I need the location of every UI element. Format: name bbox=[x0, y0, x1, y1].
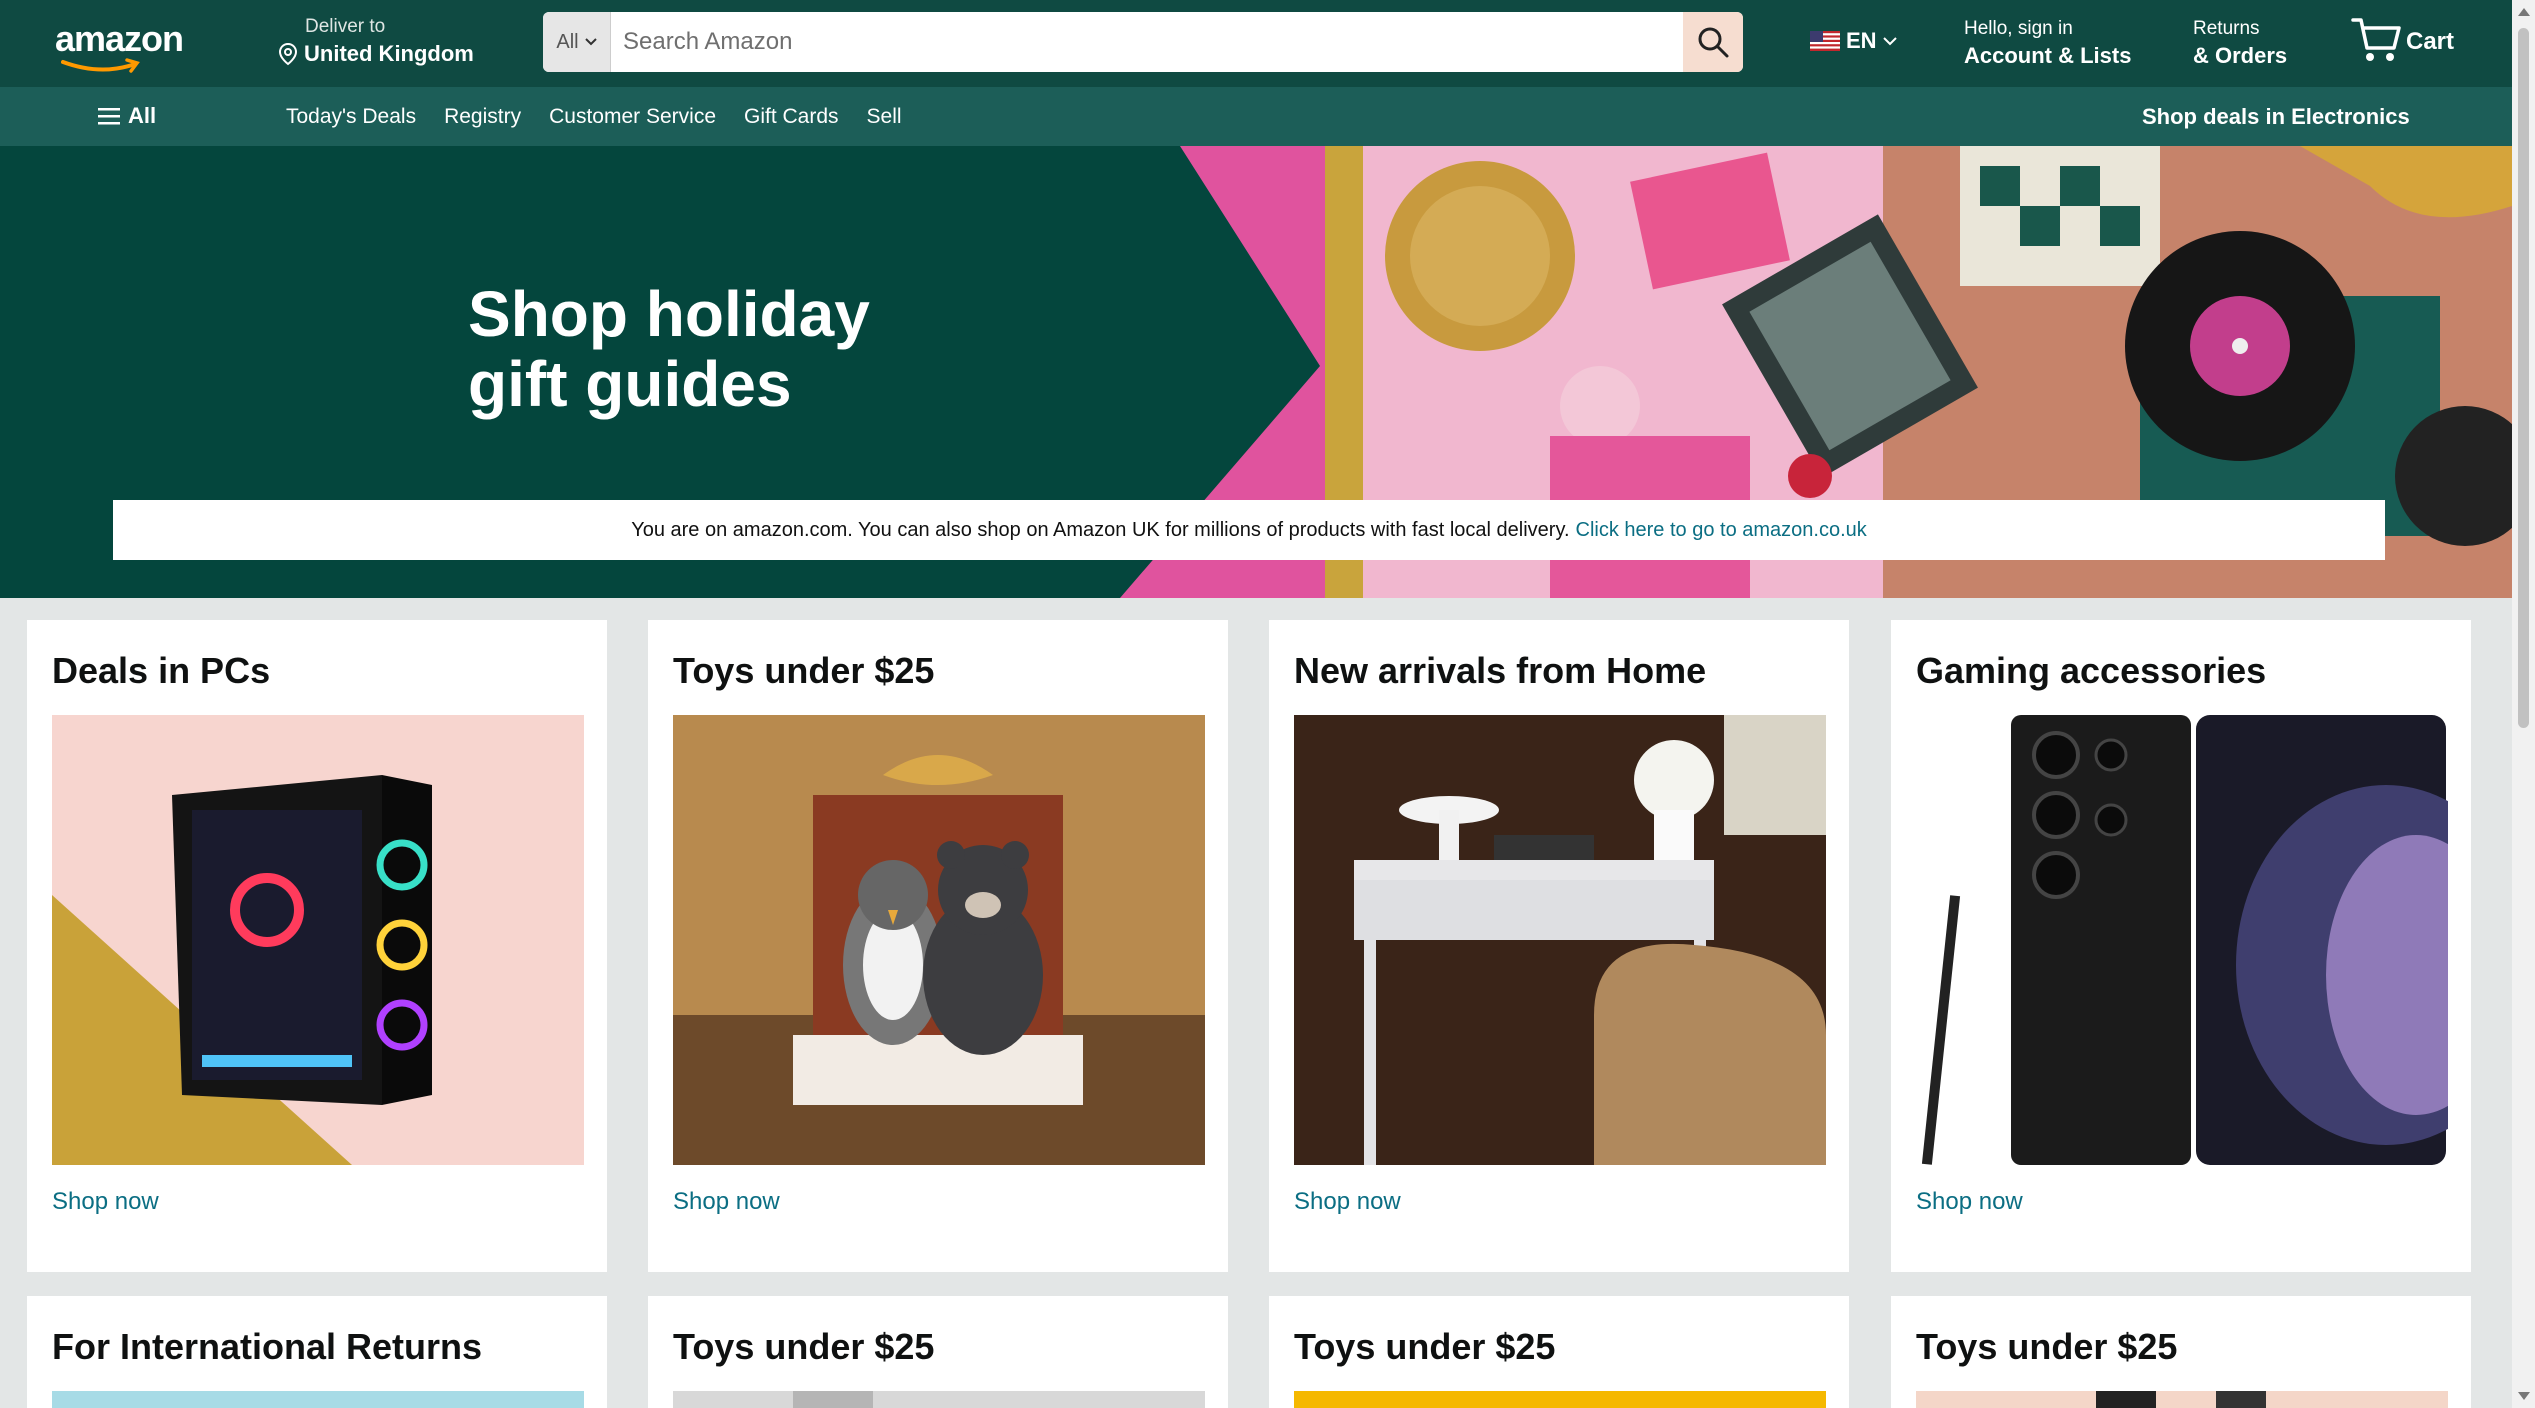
cart-button[interactable]: Cart bbox=[2350, 14, 2454, 64]
scroll-up-arrow-icon[interactable] bbox=[2518, 8, 2530, 16]
scroll-down-arrow-icon[interactable] bbox=[2518, 1392, 2530, 1400]
all-menu-button[interactable]: All bbox=[98, 103, 156, 129]
electronics-deals-link[interactable]: Shop deals in Electronics bbox=[2142, 104, 2410, 130]
home-desk-image[interactable] bbox=[1294, 715, 1826, 1165]
card-toys-under-25: Toys under $25 Shop now bbox=[648, 620, 1228, 1272]
gaming-pc-image[interactable] bbox=[52, 715, 584, 1165]
deliver-to-selector[interactable]: Deliver to United Kingdom bbox=[278, 16, 474, 67]
logo-smile-icon bbox=[61, 58, 140, 73]
secondary-navigation-bar: All Today's Deals Registry Customer Serv… bbox=[0, 87, 2512, 146]
card-title: Toys under $25 bbox=[1294, 1326, 1556, 1367]
deliver-to-label: Deliver to bbox=[305, 16, 386, 37]
nav-link-gift-cards[interactable]: Gift Cards bbox=[744, 105, 839, 129]
amazon-uk-link[interactable]: Click here to go to amazon.co.uk bbox=[1576, 519, 1867, 542]
shop-now-link[interactable]: Shop now bbox=[673, 1188, 780, 1216]
nav-link-todays-deals[interactable]: Today's Deals bbox=[286, 105, 416, 129]
language-selector[interactable]: EN bbox=[1810, 28, 1897, 54]
shop-now-link[interactable]: Shop now bbox=[52, 1188, 159, 1216]
card-title: Deals in PCs bbox=[52, 650, 271, 691]
search-icon bbox=[1698, 27, 1729, 58]
returns-label: Returns bbox=[2193, 18, 2260, 39]
card-title: For International Returns bbox=[52, 1326, 483, 1367]
card-toys-under-25: Toys under $25 bbox=[1269, 1296, 1849, 1408]
nav-link-sell[interactable]: Sell bbox=[867, 105, 902, 129]
nav-link-customer-service[interactable]: Customer Service bbox=[549, 105, 716, 129]
cart-icon bbox=[2351, 18, 2401, 61]
hero-title: Shop holiday gift guides bbox=[468, 279, 870, 419]
logo-text: amazon bbox=[55, 18, 184, 59]
card-title: Toys under $25 bbox=[673, 650, 935, 691]
toys-image[interactable] bbox=[1916, 1391, 2448, 1408]
chevron-down-icon bbox=[584, 38, 597, 46]
account-menu[interactable]: Hello, sign in Account & Lists bbox=[1964, 18, 2131, 69]
search-bar: All bbox=[543, 12, 1743, 72]
region-notice-text: You are on amazon.com. You can also shop… bbox=[631, 518, 1570, 541]
toys-image[interactable] bbox=[673, 1391, 1205, 1408]
card-gaming-accessories: Gaming accessories Shop now bbox=[1891, 620, 2471, 1272]
account-greeting: Hello, sign in bbox=[1964, 18, 2073, 39]
page-scrollbar[interactable] bbox=[2512, 0, 2535, 1408]
international-returns-image[interactable] bbox=[52, 1391, 584, 1408]
toys-image[interactable] bbox=[1294, 1391, 1826, 1408]
hero-title-line: gift guides bbox=[468, 348, 792, 420]
card-international-returns: For International Returns bbox=[27, 1296, 607, 1408]
all-menu-label: All bbox=[128, 103, 157, 128]
card-title: Gaming accessories bbox=[1916, 650, 2267, 691]
top-navigation-bar: amazon Deliver to United Kingdom All Sea… bbox=[0, 0, 2512, 87]
region-notice-banner: You are on amazon.com. You can also shop… bbox=[113, 500, 2385, 560]
card-toys-under-25: Toys under $25 bbox=[1891, 1296, 2471, 1408]
card-title: Toys under $25 bbox=[1916, 1326, 2178, 1367]
search-input[interactable] bbox=[611, 12, 1683, 72]
returns-orders-link[interactable]: Returns & Orders bbox=[2193, 18, 2287, 69]
card-new-arrivals-home: New arrivals from Home Shop now bbox=[1269, 620, 1849, 1272]
account-lists-label: Account & Lists bbox=[1964, 43, 2132, 68]
cart-label: Cart bbox=[2406, 28, 2455, 55]
us-flag-icon bbox=[1810, 31, 1840, 51]
location-pin-icon bbox=[278, 42, 298, 66]
hero-title-line: Shop holiday bbox=[468, 278, 870, 350]
shop-now-link[interactable]: Shop now bbox=[1294, 1188, 1401, 1216]
search-category-label: All bbox=[556, 30, 579, 53]
nav-link-registry[interactable]: Registry bbox=[444, 105, 521, 129]
card-deals-in-pcs: Deals in PCs Shop now bbox=[27, 620, 607, 1272]
card-title: New arrivals from Home bbox=[1294, 650, 1707, 691]
search-category-dropdown[interactable]: All bbox=[543, 12, 611, 72]
card-title: Toys under $25 bbox=[673, 1326, 935, 1367]
orders-label: & Orders bbox=[2193, 43, 2288, 68]
search-button[interactable] bbox=[1683, 12, 1743, 72]
smartphone-image[interactable] bbox=[1916, 715, 2448, 1165]
hamburger-menu-icon bbox=[98, 108, 120, 125]
card-toys-under-25: Toys under $25 bbox=[648, 1296, 1228, 1408]
plush-toys-image[interactable] bbox=[673, 715, 1205, 1165]
amazon-logo[interactable]: amazon bbox=[55, 18, 195, 73]
shop-now-link[interactable]: Shop now bbox=[1916, 1188, 2023, 1216]
deliver-country: United Kingdom bbox=[304, 41, 474, 66]
language-label: EN bbox=[1846, 28, 1877, 53]
chevron-down-icon bbox=[1882, 36, 1897, 45]
scrollbar-thumb[interactable] bbox=[2518, 28, 2529, 728]
